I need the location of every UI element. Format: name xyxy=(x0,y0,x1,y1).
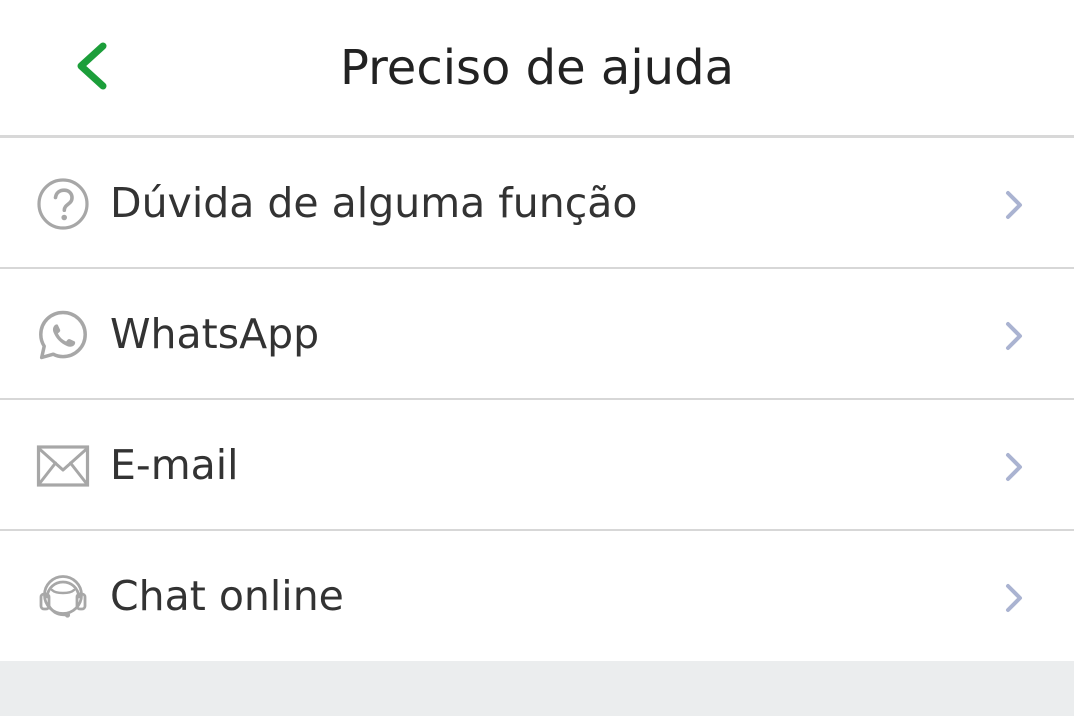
chevron-right-icon xyxy=(1000,451,1028,483)
help-option-online-chat[interactable]: Chat online xyxy=(0,531,1074,662)
envelope-icon xyxy=(36,439,90,493)
chevron-right-icon xyxy=(1000,320,1028,352)
whatsapp-icon xyxy=(36,308,90,362)
app-header: Preciso de ajuda xyxy=(0,0,1074,135)
help-option-label: Dúvida de alguma função xyxy=(110,179,638,227)
help-option-label: Chat online xyxy=(110,572,344,620)
chevron-right-icon xyxy=(1000,582,1028,614)
empty-background xyxy=(0,661,1074,716)
chevron-right-icon xyxy=(1000,189,1028,221)
help-screen: Preciso de ajuda Dúvida de alguma função xyxy=(0,0,1074,716)
question-circle-icon xyxy=(36,177,90,231)
help-options-list: Dúvida de alguma função WhatsApp E-mail … xyxy=(0,138,1074,662)
help-option-email[interactable]: E-mail xyxy=(0,400,1074,531)
headset-icon xyxy=(36,570,90,624)
help-option-whatsapp[interactable]: WhatsApp xyxy=(0,269,1074,400)
help-option-label: WhatsApp xyxy=(110,310,320,358)
help-option-function-question[interactable]: Dúvida de alguma função xyxy=(0,138,1074,269)
help-option-label: E-mail xyxy=(110,441,239,489)
page-title: Preciso de ajuda xyxy=(340,40,734,96)
back-button[interactable] xyxy=(52,24,132,108)
chevron-left-icon xyxy=(77,42,107,90)
